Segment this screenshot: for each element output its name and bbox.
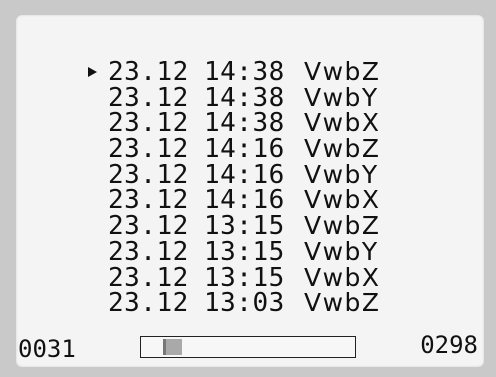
log-date: 23.12 [108,57,189,87]
log-tag: VwbZ [304,211,381,241]
log-list: 23.12 14:38 VwbZ 23.12 14:38 VwbY 23.12 14:38… [88,57,381,316]
log-tag: VwbZ [304,288,381,318]
log-tag: VwbZ [304,57,381,86]
log-time: 13:03 [204,288,285,319]
log-tag: VwbZ [304,134,381,164]
log-time: 13:15 [204,211,285,242]
log-row[interactable]: 23.12 13:15 VwbZ [108,213,381,239]
log-row[interactable]: 23.12 14:16 VwbZ [108,136,381,162]
log-time: 14:38 [204,57,285,87]
log-tag: VwbX [304,108,381,138]
display-screen: 23.12 14:38 VwbZ 23.12 14:38 VwbY 23.12 14:38… [16,15,484,367]
log-date: 23.12 [108,211,189,242]
log-tag: VwbY [304,82,379,112]
log-time: 14:16 [204,134,285,165]
log-date: 23.12 [108,236,189,267]
log-time: 13:15 [204,236,285,267]
log-row[interactable]: 23.12 13:15 VwbY [108,239,381,265]
scrollbar[interactable] [140,336,356,358]
log-row[interactable]: 23.12 13:15 VwbX [108,262,381,292]
log-row[interactable]: 23.12 14:16 VwbX [108,187,381,213]
log-tag: VwbY [304,236,379,266]
log-date: 23.12 [108,134,189,165]
log-tag: VwbX [304,185,381,215]
log-row[interactable]: 23.12 13:03 VwbZ [108,290,381,316]
log-tag: VwbY [304,159,379,189]
scrollbar-thumb[interactable] [162,339,182,355]
triangle-right-icon [88,67,97,77]
record-total: 0298 [420,331,478,359]
log-date: 23.12 [108,288,189,319]
log-row[interactable]: 23.12 14:38 VwbZ [88,57,381,87]
log-row[interactable]: 23.12 14:38 VwbX [108,110,381,136]
log-row[interactable]: 23.12 14:16 VwbY [108,162,381,188]
log-tag: VwbX [304,262,381,292]
log-row[interactable]: 23.12 14:38 VwbY [108,82,381,112]
record-index: 0031 [18,335,76,363]
